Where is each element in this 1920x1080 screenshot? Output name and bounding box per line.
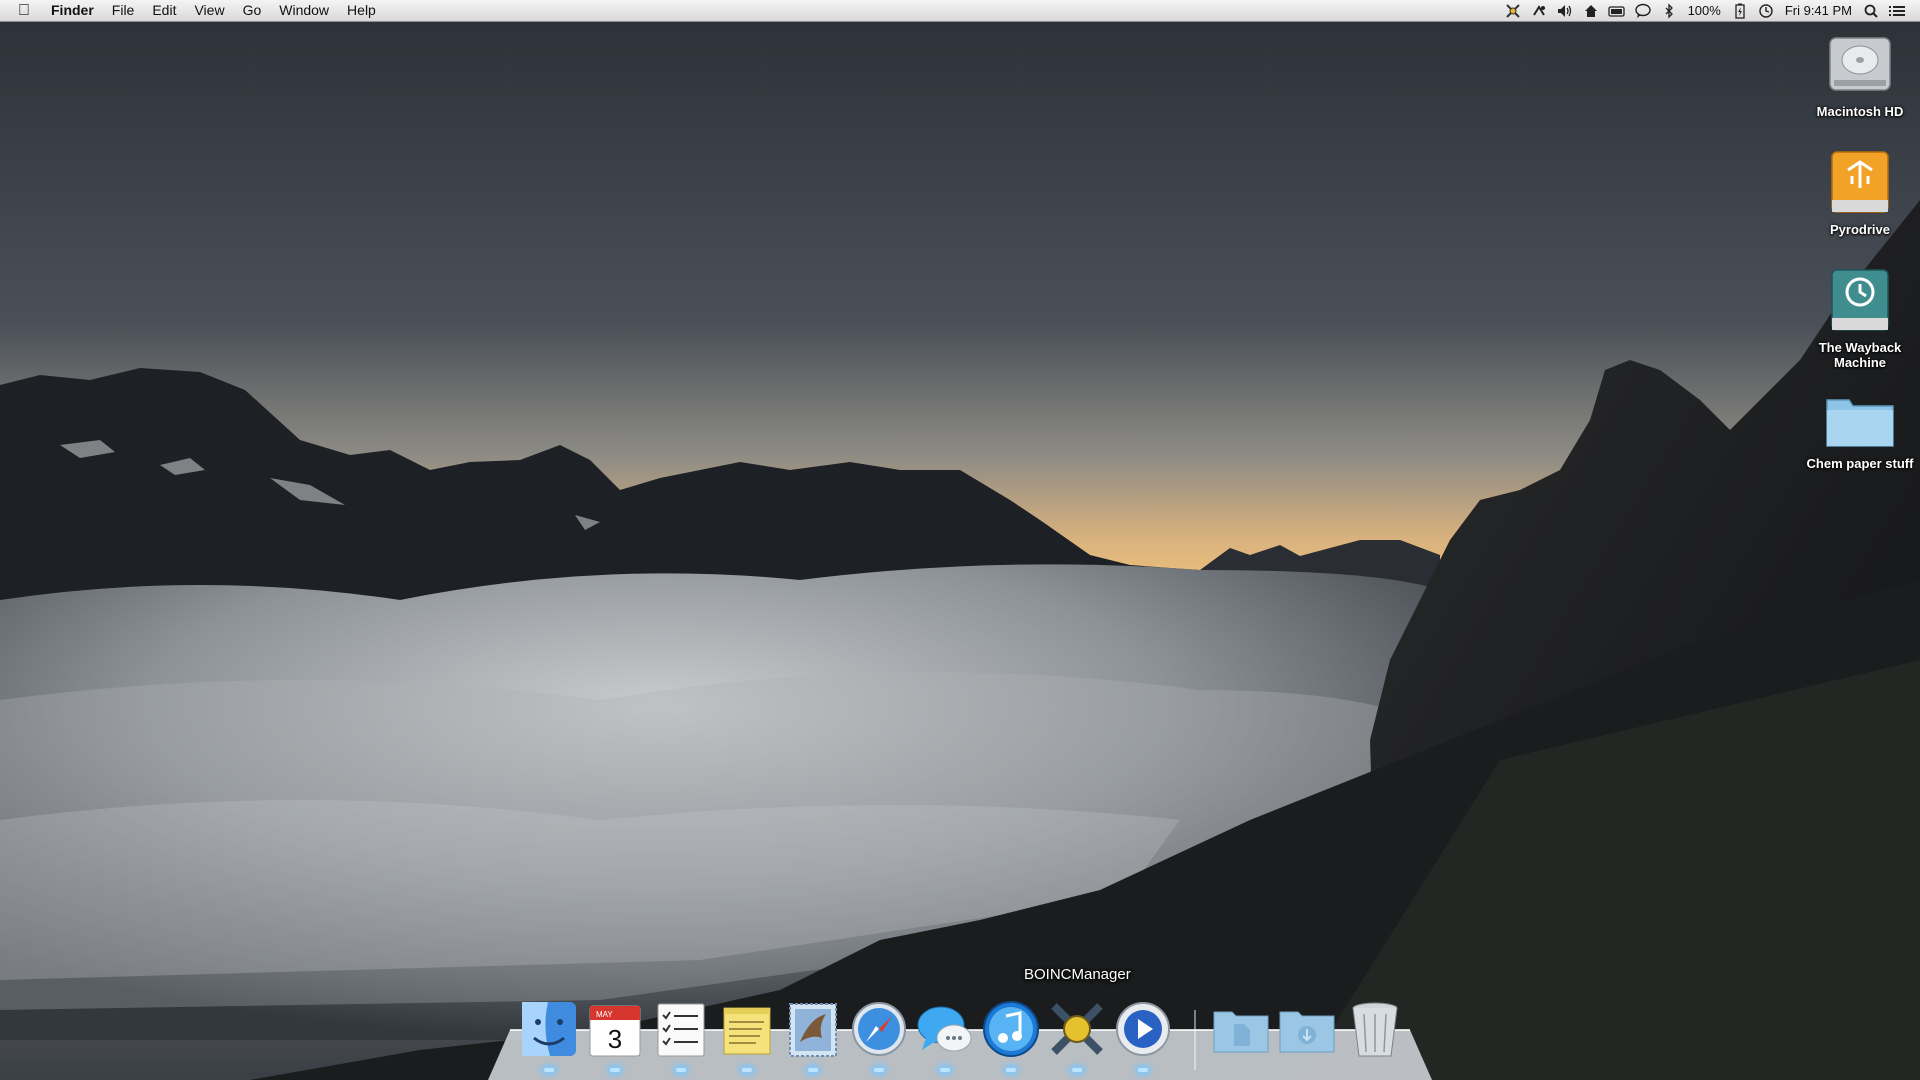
calendar-month: MAY xyxy=(596,1010,613,1019)
menu-edit[interactable]: Edit xyxy=(143,0,185,21)
running-indicator xyxy=(742,1068,752,1072)
stickies-icon xyxy=(723,1007,771,1055)
battery-meter-icon[interactable] xyxy=(1604,0,1630,21)
time-machine-icon[interactable] xyxy=(1753,0,1779,21)
boinc-icon[interactable] xyxy=(1500,0,1526,21)
quicktime-icon xyxy=(1116,1002,1170,1056)
desktop-icon-label: Macintosh HD xyxy=(1816,104,1904,119)
desktop-icon-label: Pyrodrive xyxy=(1830,222,1890,237)
finder-icon xyxy=(522,1002,576,1056)
documents-folder-icon xyxy=(1213,1011,1269,1053)
dock-trash[interactable] xyxy=(1344,998,1406,1060)
menu-finder[interactable]: Finder xyxy=(42,0,103,21)
running-indicator xyxy=(1072,1068,1082,1072)
desktop-icon-chem-paper-stuff[interactable]: Chem paper stuff xyxy=(1800,390,1920,471)
downloads-folder-icon xyxy=(1279,1011,1335,1053)
running-indicator xyxy=(610,1068,620,1072)
calendar-day: 3 xyxy=(608,1024,622,1054)
menu-help[interactable]: Help xyxy=(338,0,385,21)
desktop-icon-wayback-machine[interactable]: The Wayback Machine xyxy=(1800,266,1920,370)
notification-center-icon[interactable] xyxy=(1884,0,1910,21)
dock-quicktime[interactable] xyxy=(1112,998,1174,1072)
desktop-wallpaper xyxy=(0,0,1920,1080)
desktop-icon-label: The Wayback Machine xyxy=(1818,340,1902,370)
menu-view[interactable]: View xyxy=(185,0,233,21)
calendar-icon: MAY 3 xyxy=(589,1005,641,1057)
dock-documents-stack[interactable] xyxy=(1210,998,1272,1060)
dock-downloads-stack[interactable] xyxy=(1276,998,1338,1060)
running-indicator xyxy=(676,1068,686,1072)
battery-icon[interactable] xyxy=(1727,0,1753,21)
dock-safari[interactable] xyxy=(848,998,910,1072)
reminders-icon xyxy=(657,1003,705,1057)
dock-mail[interactable] xyxy=(782,998,844,1072)
cloud-sync-icon[interactable] xyxy=(1526,0,1552,21)
dock-finder[interactable] xyxy=(518,998,580,1072)
dock-itunes[interactable] xyxy=(980,998,1042,1072)
messages-app-icon xyxy=(917,1006,972,1052)
dock-stickies[interactable] xyxy=(716,998,778,1072)
menu-clock[interactable]: Fri 9:41 PM xyxy=(1779,0,1858,21)
mail-icon xyxy=(789,1003,837,1057)
dock-reminders[interactable] xyxy=(650,998,712,1072)
dock-boincmanager[interactable] xyxy=(1046,998,1108,1072)
running-indicator xyxy=(1138,1068,1148,1072)
time-machine-drive-icon xyxy=(1831,269,1889,331)
running-indicator xyxy=(1006,1068,1016,1072)
menu-file[interactable]: File xyxy=(103,0,144,21)
desktop-icon-macintosh-hd[interactable]: Macintosh HD xyxy=(1800,28,1920,119)
messages-icon[interactable] xyxy=(1630,0,1656,21)
spotlight-search-icon[interactable] xyxy=(1858,0,1884,21)
desktop-icon-pyrodrive[interactable]: Pyrodrive xyxy=(1800,148,1920,237)
dock-hover-label: BOINCManager xyxy=(1024,966,1131,983)
itunes-icon xyxy=(983,1001,1039,1057)
dock-messages[interactable] xyxy=(914,998,976,1072)
running-indicator xyxy=(940,1068,950,1072)
hard-drive-icon xyxy=(1829,37,1891,91)
bluetooth-icon[interactable] xyxy=(1656,0,1682,21)
firewire-drive-icon xyxy=(1831,151,1889,213)
menu-bar:  Finder File Edit View Go Window Help 1… xyxy=(0,0,1920,22)
volume-icon[interactable] xyxy=(1552,0,1578,21)
battery-percent[interactable]: 100% xyxy=(1682,0,1727,21)
running-indicator xyxy=(874,1068,884,1072)
safari-icon xyxy=(852,1002,906,1056)
boinc-manager-icon xyxy=(1051,1003,1103,1055)
running-indicator xyxy=(808,1068,818,1072)
apple-menu-icon[interactable]:  xyxy=(0,2,42,20)
home-icon[interactable] xyxy=(1578,0,1604,21)
running-indicator xyxy=(544,1068,554,1072)
desktop-icon-label: Chem paper stuff xyxy=(1806,456,1914,471)
menu-go[interactable]: Go xyxy=(234,0,271,21)
dock-ical[interactable]: MAY 3 xyxy=(584,998,646,1072)
trash-icon xyxy=(1352,1002,1398,1057)
folder-icon xyxy=(1826,399,1894,447)
menu-window[interactable]: Window xyxy=(270,0,338,21)
